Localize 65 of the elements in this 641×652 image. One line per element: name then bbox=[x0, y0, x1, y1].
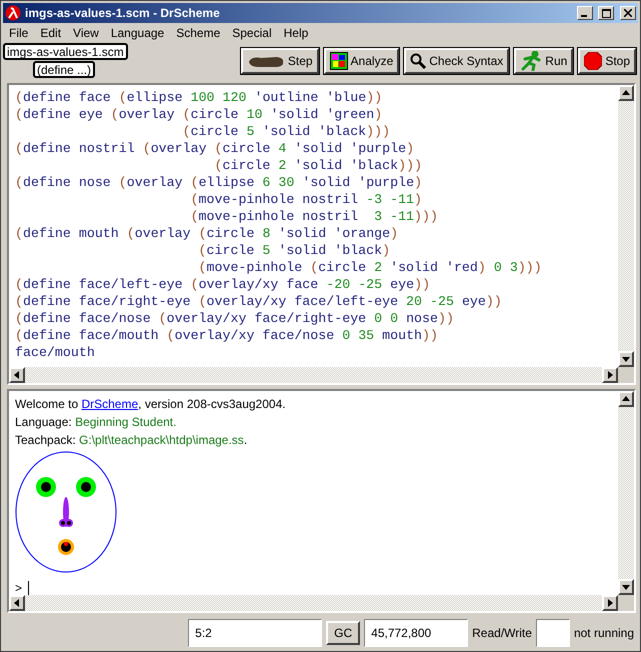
menu-item[interactable]: Language bbox=[104, 26, 170, 40]
message-line: Teachpack: G:\plt\teachpack\htdp\image.ss. bbox=[15, 432, 248, 449]
code-line: (define face/right-eye (overlay/xy face/left-eye 20 -25 eye)) bbox=[15, 293, 502, 310]
code-line: (define face/mouth (overlay/xy face/nose 0 35 mouth)) bbox=[15, 327, 438, 344]
scroll-button[interactable] bbox=[9, 595, 25, 611]
message-line: Language: Beginning Student. bbox=[15, 414, 176, 431]
code-line: (define nose (overlay (ellipse 6 30 'solid 'purple) bbox=[15, 174, 422, 191]
scroll-button[interactable] bbox=[602, 367, 618, 383]
scroll-button[interactable] bbox=[9, 367, 25, 383]
code-line: (define nostril (overlay (circle 4 'solid 'purple) bbox=[15, 140, 414, 157]
message-line: Welcome to DrScheme, version 208-cvs3aug2004. bbox=[15, 396, 286, 413]
toolbar-button[interactable]: Step bbox=[240, 48, 319, 74]
horizontal-scrollbar[interactable] bbox=[9, 367, 618, 383]
code-line: (define face/nose (overlay/xy face/right-eye 0 0 nose)) bbox=[15, 310, 454, 327]
running-status: not running bbox=[574, 626, 634, 640]
toolbar-button[interactable]: Run bbox=[514, 48, 574, 74]
code-line: (define eye (overlay (circle 10 'solid 'green) bbox=[15, 106, 382, 123]
code-line: (move-pinhole nostril -3 -11) bbox=[190, 191, 422, 208]
status-box bbox=[536, 619, 570, 647]
file-button[interactable]: imgs-as-values-1.scm bbox=[3, 43, 128, 60]
close-icon bbox=[624, 9, 632, 17]
toolbar-button[interactable]: Check Syntax bbox=[404, 48, 510, 74]
text-cursor bbox=[28, 581, 30, 595]
scroll-button[interactable] bbox=[618, 85, 634, 101]
menu-item[interactable]: Special bbox=[226, 26, 278, 40]
horizontal-scrollbar[interactable] bbox=[9, 595, 618, 611]
mosaic-icon bbox=[330, 52, 348, 70]
code-line: (define face (ellipse 100 120 'outline 'blue)) bbox=[15, 89, 382, 106]
code-line: (move-pinhole (circle 2 'solid 'red) 0 3))) bbox=[198, 259, 542, 276]
scroll-button[interactable] bbox=[618, 351, 634, 367]
runner-icon bbox=[520, 51, 542, 71]
minimize-button[interactable] bbox=[577, 6, 593, 20]
code-line: (circle 5 'solid 'black))) bbox=[182, 123, 390, 140]
scroll-button[interactable] bbox=[618, 579, 634, 595]
drscheme-link[interactable]: DrScheme bbox=[81, 397, 138, 411]
scroll-button[interactable] bbox=[618, 391, 634, 407]
memory-field: 45,772,800 bbox=[364, 619, 468, 647]
toolbar-button[interactable]: Analyze bbox=[324, 48, 400, 74]
stop-icon bbox=[584, 52, 602, 70]
search-icon bbox=[410, 53, 426, 69]
menu-item[interactable]: View bbox=[67, 26, 105, 40]
close-button[interactable] bbox=[620, 6, 636, 20]
define-menu-button[interactable]: (define ...) bbox=[33, 61, 96, 78]
maximize-icon bbox=[602, 8, 610, 18]
code-line: (circle 2 'solid 'black))) bbox=[214, 157, 422, 174]
toolbar-button[interactable]: Stop bbox=[578, 48, 636, 74]
prompt: > bbox=[15, 581, 22, 595]
vertical-scrollbar[interactable] bbox=[618, 391, 634, 595]
scroll-button[interactable] bbox=[602, 595, 618, 611]
position-field: 5:2 bbox=[188, 619, 322, 647]
window-title: imgs-as-values-1.scm - DrScheme bbox=[25, 6, 221, 20]
menu-item[interactable]: Edit bbox=[34, 26, 68, 40]
vertical-scrollbar[interactable] bbox=[618, 85, 634, 367]
code-line: (move-pinhole nostril 3 -11))) bbox=[190, 208, 438, 225]
code-line: (define face/left-eye (overlay/xy face -20 -25 eye)) bbox=[15, 276, 430, 293]
lambda-icon bbox=[5, 5, 21, 21]
mode-label: Read/Write bbox=[472, 626, 532, 640]
gc-button[interactable]: GC bbox=[326, 621, 360, 645]
menu-item[interactable]: Scheme bbox=[170, 26, 226, 40]
code-line: (circle 5 'solid 'black) bbox=[198, 242, 390, 259]
menu-item[interactable]: Help bbox=[278, 26, 314, 40]
code-line: (define mouth (overlay (circle 8 'solid 'orange) bbox=[15, 225, 398, 242]
code-line: face/mouth bbox=[15, 344, 95, 361]
menu-item[interactable]: File bbox=[3, 26, 34, 40]
maximize-button[interactable] bbox=[598, 6, 614, 20]
